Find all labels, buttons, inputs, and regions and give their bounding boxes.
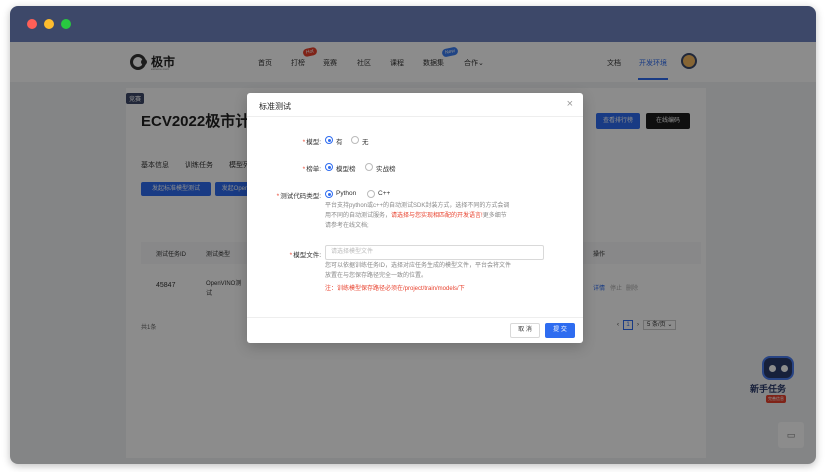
board-model-label[interactable]: 模型榜: [336, 163, 356, 173]
lang-help: 平台支持python或c++的自动测试SDK封装方式，选择不同的方式会调 用不同…: [325, 201, 541, 231]
lang-help-warning: 请选择与您实现相匹配的开发语言!: [391, 213, 483, 219]
file-help-line2: 放置在与您保存路径完全一致的位置。: [325, 273, 428, 279]
board-practice-label[interactable]: 实战榜: [376, 163, 396, 173]
lang-help-line3: 请参考在线文档;: [325, 223, 369, 229]
model-yes-radio[interactable]: [325, 136, 333, 144]
lang-help-line2-b: 更多细节: [482, 213, 507, 219]
model-no-label[interactable]: 无: [362, 136, 369, 146]
standard-test-modal: 标准测试 × *模型: 有 无 *榜单: 模型榜 实战榜 *测试代码类型: Py…: [247, 93, 583, 343]
submit-button[interactable]: 提 交: [545, 323, 575, 338]
maximize-window-button[interactable]: [61, 19, 71, 29]
board-label: *榜单:: [302, 166, 321, 173]
lang-cpp-label[interactable]: C++: [378, 190, 390, 197]
model-label-text: 模型:: [306, 139, 321, 146]
file-help-line1: 您可以依据训练任务ID，选择对应任务生成的模型文件，平台会将文件: [325, 263, 512, 269]
board-model-radio[interactable]: [325, 163, 333, 171]
model-file-select[interactable]: 请选择模型文件: [325, 245, 544, 260]
modal-header: 标准测试 ×: [247, 93, 583, 117]
board-practice-radio[interactable]: [365, 163, 373, 171]
lang-label: *测试代码类型:: [276, 193, 321, 200]
lang-python-radio[interactable]: [325, 190, 333, 198]
file-help: 您可以依据训练任务ID，选择对应任务生成的模型文件，平台会将文件 放置在与您保存…: [325, 261, 541, 281]
file-label: *模型文件:: [289, 252, 321, 259]
file-path-note: 注：训练模型保存路径必须在/project/train/models/下: [325, 286, 465, 292]
model-yes-label[interactable]: 有: [336, 136, 343, 146]
board-label-text: 榜单:: [306, 166, 321, 173]
file-label-text: 模型文件:: [293, 252, 321, 259]
model-no-radio[interactable]: [351, 136, 359, 144]
cancel-button[interactable]: 取 消: [510, 323, 540, 338]
model-label: *模型:: [302, 139, 321, 146]
close-icon[interactable]: ×: [567, 98, 573, 110]
minimize-window-button[interactable]: [44, 19, 54, 29]
lang-python-label[interactable]: Python: [336, 190, 356, 197]
lang-label-text: 测试代码类型:: [280, 193, 321, 200]
modal-title: 标准测试: [259, 102, 291, 111]
window-titlebar: [10, 6, 816, 42]
lang-help-line1: 平台支持python或c++的自动测试SDK封装方式，选择不同的方式会调: [325, 203, 510, 209]
lang-help-line2: 用不同的自动测试服务，请选择与您实现相匹配的开发语言!更多细节: [325, 211, 541, 221]
lang-help-line2-a: 用不同的自动测试服务，: [325, 213, 392, 219]
close-window-button[interactable]: [27, 19, 37, 29]
lang-cpp-radio[interactable]: [367, 190, 375, 198]
